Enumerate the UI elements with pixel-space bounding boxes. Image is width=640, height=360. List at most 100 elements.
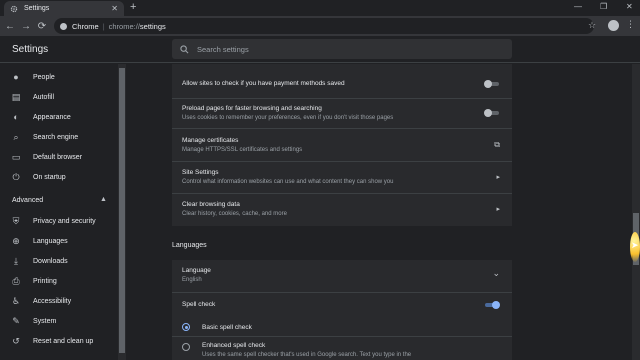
shield-icon: ⛨: [12, 215, 20, 226]
row-label: Site Settings: [182, 169, 219, 176]
row-label: Allow sites to check if you have payment…: [182, 80, 345, 87]
browser-icon: ▭: [11, 151, 21, 162]
chevron-down-icon[interactable]: ⌄: [492, 268, 500, 279]
spell-check-toggle[interactable]: [484, 301, 500, 309]
sidebar-item-label: Accessibility: [33, 297, 72, 305]
sidebar-item-reset-and-clean-up[interactable]: ↺ Reset and clean up: [10, 333, 93, 349]
row-sublabel: Manage HTTPS/SSL certificates and settin…: [182, 147, 303, 153]
sidebar-item-downloads[interactable]: ⤓ Downloads: [10, 253, 68, 269]
forward-button[interactable]: →: [18, 21, 34, 32]
tab-settings[interactable]: Settings ✕: [4, 1, 124, 16]
sidebar-item-printing[interactable]: ⎙ Printing: [10, 273, 57, 289]
sidebar-item-label: Search engine: [33, 133, 79, 141]
address-bar[interactable]: Chrome | chrome:// settings: [54, 18, 594, 34]
person-icon: ●: [13, 72, 19, 82]
profile-avatar[interactable]: [608, 20, 619, 31]
sidebar-item-system[interactable]: ✎ System: [10, 313, 56, 329]
sidebar-advanced-toggle[interactable]: Advanced: [12, 197, 43, 204]
url-prefix: chrome://: [108, 21, 140, 31]
sidebar-item-label: Reset and clean up: [33, 337, 94, 345]
accessibility-icon: ♿: [11, 295, 21, 306]
back-button[interactable]: ←: [2, 21, 18, 32]
row-sublabel: Clear history, cookies, cache, and more: [182, 211, 287, 217]
chevron-up-icon[interactable]: ▲: [100, 196, 107, 203]
sidebar-item-label: Printing: [33, 277, 57, 285]
url-path: settings: [139, 21, 166, 31]
preload-pages-toggle[interactable]: [484, 109, 500, 117]
new-tab-button[interactable]: +: [130, 1, 136, 13]
sidebar-item-search-engine[interactable]: ⌕ Search engine: [10, 129, 78, 145]
chrome-icon: [60, 22, 67, 30]
languages-card: Language English ⌄ Spell check Basic spe…: [172, 260, 512, 360]
tab-close-icon[interactable]: ✕: [111, 4, 118, 13]
row-sublabel: Uses the same spell checker that's used …: [202, 352, 412, 358]
close-window-button[interactable]: ✕: [626, 2, 633, 11]
search-placeholder: Search settings: [197, 44, 249, 54]
reload-button[interactable]: ⟳: [34, 21, 50, 32]
basic-spell-check-radio[interactable]: [182, 323, 190, 331]
sidebar-item-default-browser[interactable]: ▭ Default browser: [10, 149, 82, 165]
restore-button[interactable]: ❐: [600, 2, 607, 11]
enhanced-spell-check-option[interactable]: Enhanced spell check Uses the same spell…: [172, 336, 512, 360]
search-input[interactable]: Search settings: [172, 39, 512, 59]
languages-section-title: Languages: [172, 242, 207, 249]
basic-spell-check-option[interactable]: Basic spell check: [172, 316, 512, 336]
gear-icon: [10, 5, 18, 12]
spell-check-row[interactable]: Spell check: [172, 292, 512, 316]
sidebar-item-label: Default browser: [33, 153, 83, 161]
bookmark-star-icon[interactable]: ☆: [588, 20, 596, 31]
row-label: Preload pages for faster browsing and se…: [182, 105, 322, 112]
sidebar-item-accessibility[interactable]: ♿ Accessibility: [10, 293, 71, 309]
language-row[interactable]: Language English ⌄: [172, 260, 512, 292]
clipboard-icon: ▤: [11, 91, 21, 102]
printer-icon: ⎙: [12, 275, 20, 286]
sidebar-item-autofill[interactable]: ▤ Autofill: [10, 89, 54, 105]
sidebar-item-languages[interactable]: ⊕ Languages: [10, 233, 68, 249]
search-icon: [180, 44, 189, 53]
sidebar-item-label: Privacy and security: [33, 217, 96, 225]
row-sublabel: Control what information websites can us…: [182, 179, 394, 185]
tab-title: Settings: [24, 5, 50, 12]
power-icon: ⏻: [12, 171, 20, 182]
row-sublabel: Uses cookies to remember your preference…: [182, 115, 394, 121]
mouse-cursor-icon: ➤: [631, 240, 639, 250]
enhanced-spell-check-radio[interactable]: [182, 343, 190, 351]
settings-main: Allow sites to check if you have payment…: [126, 64, 632, 360]
minimize-button[interactable]: —: [574, 2, 582, 11]
page-title: Settings: [12, 44, 49, 55]
sidebar-item-on-startup[interactable]: ⏻ On startup: [10, 169, 66, 185]
language-value: English: [182, 277, 202, 283]
payment-methods-toggle[interactable]: [484, 80, 500, 88]
sidebar-item-label: On startup: [33, 173, 66, 181]
sidebar-item-label: System: [33, 317, 57, 325]
palette-icon: ◐: [13, 112, 19, 122]
download-icon: ⤓: [14, 255, 18, 266]
row-label: Clear browsing data: [182, 201, 240, 208]
settings-header: Settings Search settings: [0, 36, 640, 63]
external-link-icon[interactable]: ⧉: [494, 140, 500, 150]
payment-methods-row[interactable]: Allow sites to check if you have payment…: [172, 64, 512, 98]
sidebar-item-label: People: [33, 73, 55, 81]
site-settings-row[interactable]: Site Settings Control what information w…: [172, 161, 512, 193]
sidebar-scrollbar-thumb[interactable]: [119, 68, 125, 353]
clear-browsing-data-row[interactable]: Clear browsing data Clear history, cooki…: [172, 193, 512, 226]
sidebar-item-appearance[interactable]: ◐ Appearance: [10, 109, 71, 125]
wrench-icon: ✎: [12, 315, 20, 326]
sidebar-item-label: Languages: [33, 237, 68, 245]
row-label: Enhanced spell check: [202, 342, 266, 349]
title-bar: Settings ✕ + — ❐ ✕: [0, 0, 640, 16]
search-icon: ⌕: [13, 131, 19, 142]
site-label: Chrome: [72, 21, 99, 31]
sidebar-item-label: Appearance: [33, 113, 71, 121]
privacy-card: Allow sites to check if you have payment…: [172, 64, 512, 226]
menu-icon[interactable]: ⋮: [626, 19, 635, 30]
sidebar-item-people[interactable]: ● People: [10, 69, 55, 85]
manage-certificates-row[interactable]: Manage certificates Manage HTTPS/SSL cer…: [172, 128, 512, 161]
page-scrollbar[interactable]: [632, 64, 640, 360]
globe-icon: ⊕: [12, 235, 20, 246]
sidebar-item-privacy-and-security[interactable]: ⛨ Privacy and security: [10, 213, 96, 229]
row-label: Spell check: [182, 301, 216, 308]
sidebar: ● People ▤ Autofill ◐ Appearance ⌕ Searc…: [0, 64, 126, 360]
row-label: Manage certificates: [182, 137, 239, 144]
preload-pages-row[interactable]: Preload pages for faster browsing and se…: [172, 98, 512, 128]
